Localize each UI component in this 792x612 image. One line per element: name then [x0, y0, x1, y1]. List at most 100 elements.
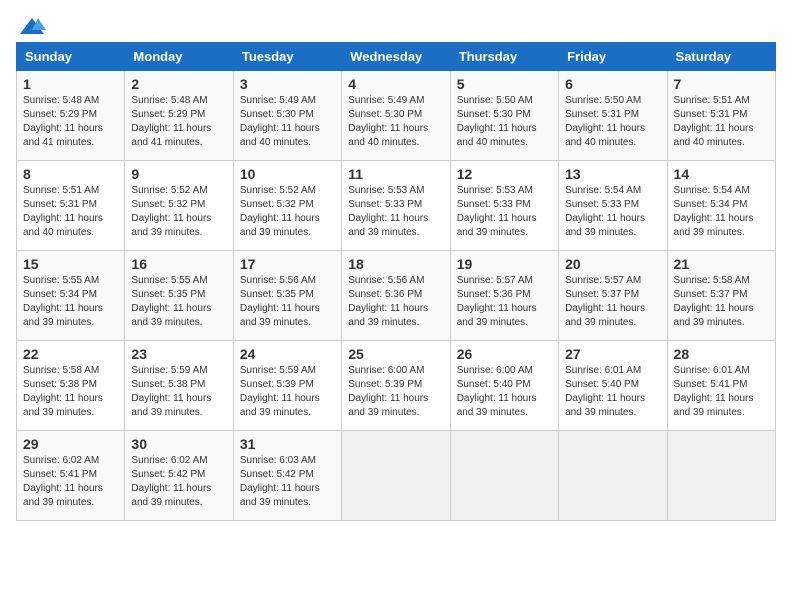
- logo-icon: [18, 16, 46, 38]
- calendar-cell: 25 Sunrise: 6:00 AMSunset: 5:39 PMDaylig…: [342, 341, 450, 431]
- day-detail: Sunrise: 5:51 AMSunset: 5:31 PMDaylight:…: [674, 95, 754, 148]
- day-number: 3: [240, 76, 335, 92]
- day-detail: Sunrise: 5:54 AMSunset: 5:33 PMDaylight:…: [565, 185, 645, 238]
- day-number: 6: [565, 76, 660, 92]
- day-number: 15: [23, 256, 118, 272]
- day-detail: Sunrise: 5:49 AMSunset: 5:30 PMDaylight:…: [240, 95, 320, 148]
- day-detail: Sunrise: 5:56 AMSunset: 5:35 PMDaylight:…: [240, 275, 320, 328]
- day-detail: Sunrise: 5:59 AMSunset: 5:39 PMDaylight:…: [240, 365, 320, 418]
- calendar-cell: 23 Sunrise: 5:59 AMSunset: 5:38 PMDaylig…: [125, 341, 233, 431]
- day-detail: Sunrise: 5:57 AMSunset: 5:36 PMDaylight:…: [457, 275, 537, 328]
- day-number: 28: [674, 346, 769, 362]
- day-number: 17: [240, 256, 335, 272]
- day-number: 30: [131, 436, 226, 452]
- calendar-week-row: 1 Sunrise: 5:48 AMSunset: 5:29 PMDayligh…: [17, 71, 776, 161]
- day-number: 10: [240, 166, 335, 182]
- logo: [16, 16, 46, 34]
- calendar-cell: 5 Sunrise: 5:50 AMSunset: 5:30 PMDayligh…: [450, 71, 558, 161]
- day-number: 11: [348, 166, 443, 182]
- day-detail: Sunrise: 5:50 AMSunset: 5:30 PMDaylight:…: [457, 95, 537, 148]
- calendar-cell: 1 Sunrise: 5:48 AMSunset: 5:29 PMDayligh…: [17, 71, 125, 161]
- column-header-tuesday: Tuesday: [233, 43, 341, 71]
- calendar-cell: [559, 431, 667, 521]
- day-number: 25: [348, 346, 443, 362]
- day-number: 27: [565, 346, 660, 362]
- day-number: 19: [457, 256, 552, 272]
- calendar-cell: 10 Sunrise: 5:52 AMSunset: 5:32 PMDaylig…: [233, 161, 341, 251]
- calendar-cell: 28 Sunrise: 6:01 AMSunset: 5:41 PMDaylig…: [667, 341, 775, 431]
- day-detail: Sunrise: 5:55 AMSunset: 5:34 PMDaylight:…: [23, 275, 103, 328]
- calendar-cell: 9 Sunrise: 5:52 AMSunset: 5:32 PMDayligh…: [125, 161, 233, 251]
- calendar-week-row: 29 Sunrise: 6:02 AMSunset: 5:41 PMDaylig…: [17, 431, 776, 521]
- calendar-cell: 2 Sunrise: 5:48 AMSunset: 5:29 PMDayligh…: [125, 71, 233, 161]
- day-number: 31: [240, 436, 335, 452]
- day-detail: Sunrise: 5:54 AMSunset: 5:34 PMDaylight:…: [674, 185, 754, 238]
- calendar-cell: 21 Sunrise: 5:58 AMSunset: 5:37 PMDaylig…: [667, 251, 775, 341]
- day-detail: Sunrise: 5:58 AMSunset: 5:38 PMDaylight:…: [23, 365, 103, 418]
- calendar-cell: 19 Sunrise: 5:57 AMSunset: 5:36 PMDaylig…: [450, 251, 558, 341]
- column-header-monday: Monday: [125, 43, 233, 71]
- calendar-cell: 18 Sunrise: 5:56 AMSunset: 5:36 PMDaylig…: [342, 251, 450, 341]
- calendar-cell: 12 Sunrise: 5:53 AMSunset: 5:33 PMDaylig…: [450, 161, 558, 251]
- calendar-cell: 6 Sunrise: 5:50 AMSunset: 5:31 PMDayligh…: [559, 71, 667, 161]
- column-header-friday: Friday: [559, 43, 667, 71]
- column-header-saturday: Saturday: [667, 43, 775, 71]
- day-detail: Sunrise: 6:03 AMSunset: 5:42 PMDaylight:…: [240, 455, 320, 508]
- calendar-body: 1 Sunrise: 5:48 AMSunset: 5:29 PMDayligh…: [17, 71, 776, 521]
- day-number: 16: [131, 256, 226, 272]
- day-number: 8: [23, 166, 118, 182]
- day-detail: Sunrise: 5:52 AMSunset: 5:32 PMDaylight:…: [131, 185, 211, 238]
- day-detail: Sunrise: 5:58 AMSunset: 5:37 PMDaylight:…: [674, 275, 754, 328]
- day-number: 13: [565, 166, 660, 182]
- calendar-cell: [667, 431, 775, 521]
- header: [16, 16, 776, 34]
- day-detail: Sunrise: 5:53 AMSunset: 5:33 PMDaylight:…: [457, 185, 537, 238]
- day-number: 24: [240, 346, 335, 362]
- day-number: 4: [348, 76, 443, 92]
- calendar-table: SundayMondayTuesdayWednesdayThursdayFrid…: [16, 42, 776, 521]
- day-number: 29: [23, 436, 118, 452]
- day-detail: Sunrise: 5:50 AMSunset: 5:31 PMDaylight:…: [565, 95, 645, 148]
- day-number: 26: [457, 346, 552, 362]
- column-header-wednesday: Wednesday: [342, 43, 450, 71]
- day-number: 2: [131, 76, 226, 92]
- day-number: 12: [457, 166, 552, 182]
- calendar-cell: 20 Sunrise: 5:57 AMSunset: 5:37 PMDaylig…: [559, 251, 667, 341]
- day-detail: Sunrise: 6:01 AMSunset: 5:40 PMDaylight:…: [565, 365, 645, 418]
- calendar-cell: 16 Sunrise: 5:55 AMSunset: 5:35 PMDaylig…: [125, 251, 233, 341]
- calendar-cell: 24 Sunrise: 5:59 AMSunset: 5:39 PMDaylig…: [233, 341, 341, 431]
- calendar-cell: [342, 431, 450, 521]
- day-number: 14: [674, 166, 769, 182]
- calendar-cell: 8 Sunrise: 5:51 AMSunset: 5:31 PMDayligh…: [17, 161, 125, 251]
- calendar-week-row: 8 Sunrise: 5:51 AMSunset: 5:31 PMDayligh…: [17, 161, 776, 251]
- day-number: 9: [131, 166, 226, 182]
- day-detail: Sunrise: 5:48 AMSunset: 5:29 PMDaylight:…: [23, 95, 103, 148]
- day-number: 18: [348, 256, 443, 272]
- calendar-cell: 29 Sunrise: 6:02 AMSunset: 5:41 PMDaylig…: [17, 431, 125, 521]
- day-number: 22: [23, 346, 118, 362]
- day-detail: Sunrise: 5:48 AMSunset: 5:29 PMDaylight:…: [131, 95, 211, 148]
- calendar-cell: 14 Sunrise: 5:54 AMSunset: 5:34 PMDaylig…: [667, 161, 775, 251]
- calendar-week-row: 22 Sunrise: 5:58 AMSunset: 5:38 PMDaylig…: [17, 341, 776, 431]
- day-number: 1: [23, 76, 118, 92]
- day-detail: Sunrise: 5:51 AMSunset: 5:31 PMDaylight:…: [23, 185, 103, 238]
- day-detail: Sunrise: 5:59 AMSunset: 5:38 PMDaylight:…: [131, 365, 211, 418]
- calendar-cell: 4 Sunrise: 5:49 AMSunset: 5:30 PMDayligh…: [342, 71, 450, 161]
- day-number: 21: [674, 256, 769, 272]
- calendar-cell: 31 Sunrise: 6:03 AMSunset: 5:42 PMDaylig…: [233, 431, 341, 521]
- day-number: 7: [674, 76, 769, 92]
- calendar-cell: 15 Sunrise: 5:55 AMSunset: 5:34 PMDaylig…: [17, 251, 125, 341]
- day-detail: Sunrise: 6:01 AMSunset: 5:41 PMDaylight:…: [674, 365, 754, 418]
- day-number: 5: [457, 76, 552, 92]
- day-number: 23: [131, 346, 226, 362]
- day-detail: Sunrise: 6:02 AMSunset: 5:42 PMDaylight:…: [131, 455, 211, 508]
- calendar-cell: 22 Sunrise: 5:58 AMSunset: 5:38 PMDaylig…: [17, 341, 125, 431]
- calendar-cell: [450, 431, 558, 521]
- calendar-cell: 30 Sunrise: 6:02 AMSunset: 5:42 PMDaylig…: [125, 431, 233, 521]
- calendar-cell: 11 Sunrise: 5:53 AMSunset: 5:33 PMDaylig…: [342, 161, 450, 251]
- calendar-cell: 27 Sunrise: 6:01 AMSunset: 5:40 PMDaylig…: [559, 341, 667, 431]
- day-detail: Sunrise: 5:52 AMSunset: 5:32 PMDaylight:…: [240, 185, 320, 238]
- day-number: 20: [565, 256, 660, 272]
- day-detail: Sunrise: 5:53 AMSunset: 5:33 PMDaylight:…: [348, 185, 428, 238]
- calendar-cell: 26 Sunrise: 6:00 AMSunset: 5:40 PMDaylig…: [450, 341, 558, 431]
